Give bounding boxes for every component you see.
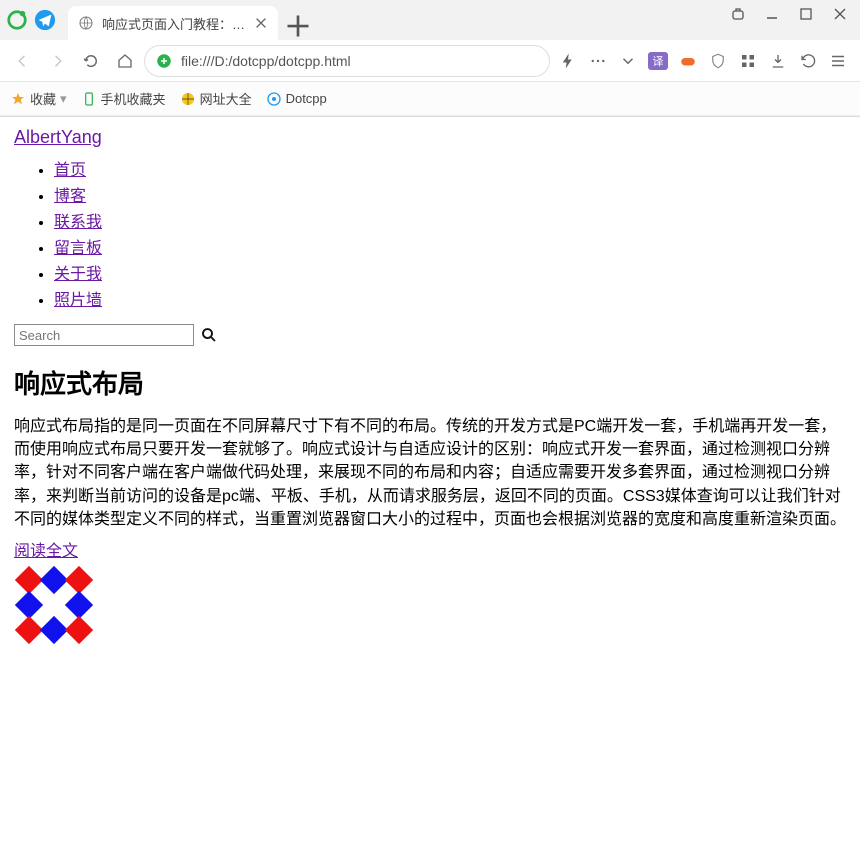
- nav-item: 留言板: [54, 234, 846, 258]
- globe2-icon: [180, 91, 196, 107]
- nav-link-home[interactable]: 首页: [54, 162, 86, 179]
- browser-left-icons: [0, 0, 62, 40]
- shield2-icon[interactable]: [708, 51, 728, 71]
- maximize-icon[interactable]: [798, 6, 814, 22]
- nav-item: 联系我: [54, 208, 846, 232]
- page-content: AlbertYang 首页 博客 联系我 留言板 关于我 照片墙 响应式布局 响…: [0, 117, 860, 665]
- toolbar-right: 译: [554, 51, 852, 71]
- peek-icon[interactable]: [730, 6, 746, 22]
- arrow-left-icon: [14, 52, 32, 70]
- telegram-icon[interactable]: [34, 9, 56, 31]
- reload-button[interactable]: [76, 46, 106, 76]
- active-tab[interactable]: 响应式页面入门教程：Albert: [68, 6, 278, 40]
- bookmarks-bar: 收藏▾ 手机收藏夹 网址大全 Dotcpp: [0, 82, 860, 116]
- more-icon[interactable]: [588, 51, 608, 71]
- nav-link-guestbook[interactable]: 留言板: [54, 240, 102, 257]
- menu-icon[interactable]: [828, 51, 848, 71]
- nav-link-contact[interactable]: 联系我: [54, 214, 102, 231]
- nav-item: 照片墙: [54, 286, 846, 310]
- window-controls: [720, 2, 858, 26]
- mobile-icon: [81, 91, 97, 107]
- game-icon[interactable]: [678, 51, 698, 71]
- nav-item: 首页: [54, 156, 846, 180]
- star-icon: [10, 91, 26, 107]
- chevron-down-icon[interactable]: [618, 51, 638, 71]
- home-button[interactable]: [110, 46, 140, 76]
- flash-icon[interactable]: [558, 51, 578, 71]
- plus-icon: [284, 12, 312, 40]
- search-icon[interactable]: [200, 326, 218, 344]
- close-window-icon[interactable]: [832, 6, 848, 22]
- apps-icon[interactable]: [738, 51, 758, 71]
- nav-item: 关于我: [54, 260, 846, 284]
- back-button[interactable]: [8, 46, 38, 76]
- nav-link-about[interactable]: 关于我: [54, 266, 102, 283]
- history-icon[interactable]: [798, 51, 818, 71]
- globe-icon: [78, 15, 94, 31]
- nav-list: 首页 博客 联系我 留言板 关于我 照片墙: [14, 156, 846, 310]
- url-text: file:///D:/dotcpp/dotcpp.html: [181, 53, 539, 69]
- nav-link-gallery[interactable]: 照片墙: [54, 292, 102, 309]
- site-title: AlbertYang: [14, 127, 846, 148]
- download-icon[interactable]: [768, 51, 788, 71]
- nav-item: 博客: [54, 182, 846, 206]
- article-paragraph: 响应式布局指的是同一页面在不同屏幕尺寸下有不同的布局。传统的开发方式是PC端开发…: [14, 415, 846, 531]
- forward-button[interactable]: [42, 46, 72, 76]
- browser-logo-icon: [6, 9, 28, 31]
- shield-icon: [155, 52, 173, 70]
- sites-bookmark[interactable]: 网址大全: [180, 89, 252, 108]
- arrow-right-icon: [48, 52, 66, 70]
- address-bar: file:///D:/dotcpp/dotcpp.html 译: [0, 40, 860, 82]
- site-title-link[interactable]: AlbertYang: [14, 127, 102, 147]
- read-more-link[interactable]: 阅读全文: [14, 543, 78, 560]
- mobile-bookmarks[interactable]: 手机收藏夹: [81, 89, 166, 108]
- close-tab-icon[interactable]: [254, 16, 268, 30]
- home-icon: [116, 52, 134, 70]
- dotcpp-bookmark[interactable]: Dotcpp: [266, 91, 327, 107]
- favorites-button[interactable]: 收藏▾: [10, 89, 67, 108]
- browser-chrome: 响应式页面入门教程：Albert file:///D:/dotcpp/dotcp…: [0, 0, 860, 117]
- article-heading: 响应式布局: [14, 364, 846, 401]
- tab-bar: 响应式页面入门教程：Albert: [0, 0, 860, 40]
- new-tab-button[interactable]: [284, 12, 312, 40]
- dotcpp-icon: [266, 91, 282, 107]
- search-input[interactable]: [14, 324, 194, 346]
- url-field[interactable]: file:///D:/dotcpp/dotcpp.html: [144, 45, 550, 77]
- search-row: [14, 324, 846, 346]
- minimize-icon[interactable]: [764, 6, 780, 22]
- nav-link-blog[interactable]: 博客: [54, 188, 86, 205]
- decorative-diamonds: [14, 565, 94, 645]
- tab-title: 响应式页面入门教程：Albert: [102, 14, 246, 33]
- translate-button[interactable]: 译: [648, 52, 668, 70]
- reload-icon: [82, 52, 100, 70]
